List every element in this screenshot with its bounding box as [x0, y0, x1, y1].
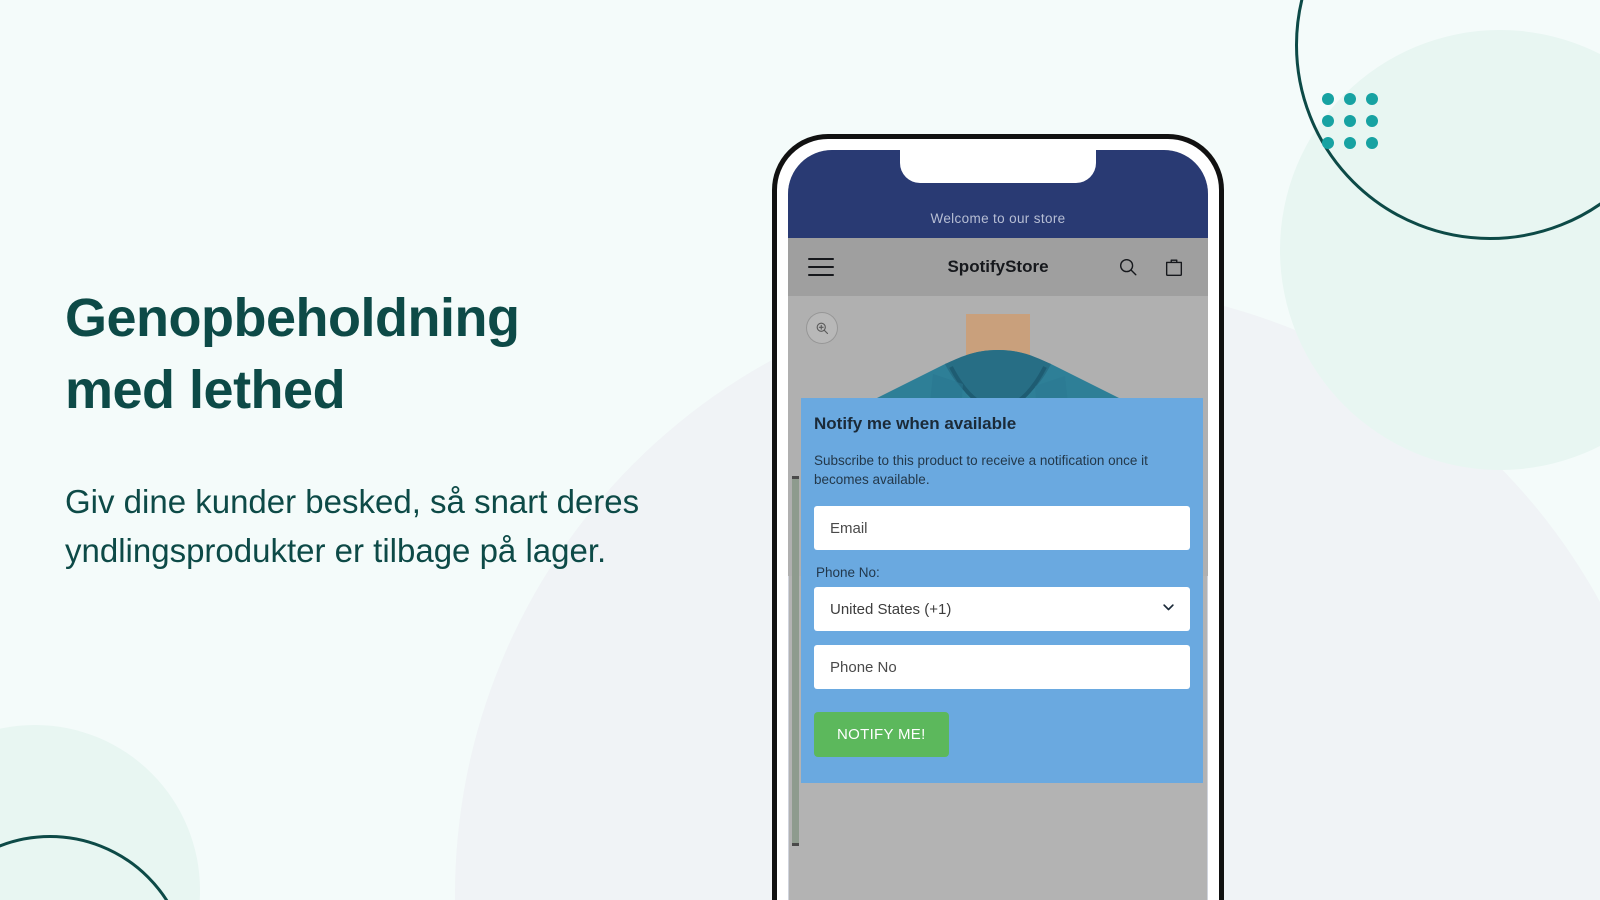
country-code-selected-value: United States (+1): [830, 600, 952, 618]
phone-number-field[interactable]: Phone No: [814, 645, 1190, 690]
page-title: Genopbeholdning med lethed: [65, 288, 520, 421]
announcement-text: Welcome to our store: [930, 211, 1066, 226]
phone-notch: [900, 150, 1096, 183]
marketing-copy: Genopbeholdning med lethed Giv dine kund…: [65, 282, 765, 576]
chevron-down-icon: [1161, 600, 1176, 619]
search-icon[interactable]: [1114, 253, 1142, 281]
phone-screen: Welcome to our store SpotifyStore Notify…: [788, 150, 1208, 900]
modal-title: Notify me when available: [814, 414, 1017, 433]
page-subtitle: Giv dine kunder besked, så snart deres y…: [65, 482, 640, 570]
zoom-in-icon[interactable]: [806, 312, 838, 344]
dot-grid-decoration: [1322, 93, 1378, 149]
notify-when-available-modal: Notify me when available Subscribe to th…: [792, 398, 1203, 846]
hamburger-icon[interactable]: [808, 258, 834, 276]
modal-description: Subscribe to this product to receive a n…: [814, 453, 1148, 488]
country-code-select[interactable]: United States (+1): [814, 587, 1190, 632]
phone-mockup: Welcome to our store SpotifyStore Notify…: [772, 134, 1224, 900]
store-header: SpotifyStore: [788, 238, 1208, 296]
email-field[interactable]: Email: [814, 506, 1190, 551]
shopping-bag-icon[interactable]: [1160, 253, 1188, 281]
notify-me-button[interactable]: NOTIFY ME!: [814, 712, 949, 758]
store-header-actions: [1114, 253, 1188, 281]
phone-number-label: Phone No:: [816, 565, 880, 581]
modal-scrollbar[interactable]: [792, 476, 799, 846]
